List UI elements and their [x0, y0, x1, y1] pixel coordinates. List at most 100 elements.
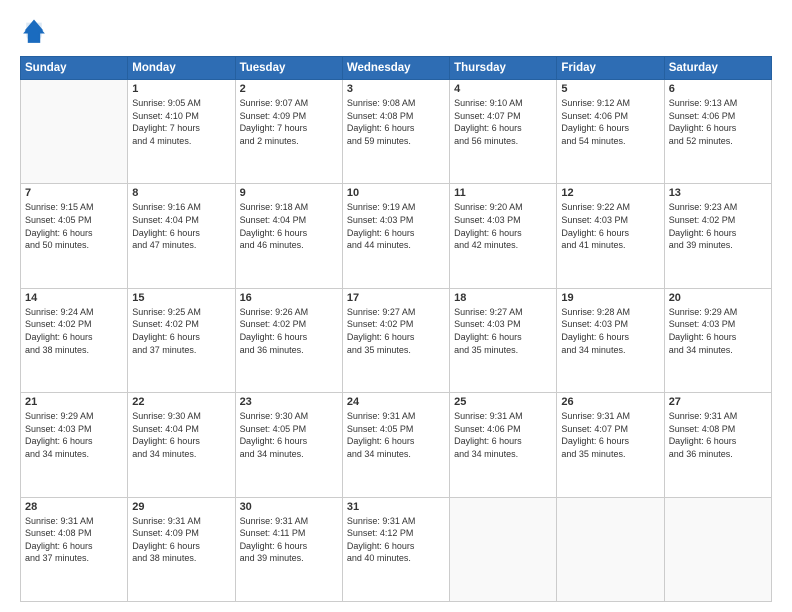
day-cell: 7 Sunrise: 9:15 AM Sunset: 4:05 PM Daylig… — [21, 184, 128, 288]
weekday-header-sunday: Sunday — [21, 57, 128, 80]
day-number: 12 — [561, 187, 659, 199]
weekday-header-friday: Friday — [557, 57, 664, 80]
day-cell: 31 Sunrise: 9:31 AM Sunset: 4:12 PM Dayli… — [342, 497, 449, 601]
day-cell: 5 Sunrise: 9:12 AM Sunset: 4:06 PM Daylig… — [557, 80, 664, 184]
day-number: 25 — [454, 396, 552, 408]
day-info: Sunrise: 9:18 AM Sunset: 4:04 PM Dayligh… — [240, 201, 338, 251]
day-info: Sunrise: 9:31 AM Sunset: 4:08 PM Dayligh… — [25, 515, 123, 565]
week-row-3: 14Sunrise: 9:24 AM Sunset: 4:02 PM Dayli… — [21, 288, 772, 392]
day-info: Sunrise: 9:05 AM Sunset: 4:10 PM Dayligh… — [132, 97, 230, 147]
day-cell: 11 Sunrise: 9:20 AM Sunset: 4:03 PM Dayli… — [450, 184, 557, 288]
day-number: 10 — [347, 187, 445, 199]
day-cell: 25 Sunrise: 9:31 AM Sunset: 4:06 PM Dayli… — [450, 393, 557, 497]
day-number: 18 — [454, 292, 552, 304]
day-cell: 23 Sunrise: 9:30 AM Sunset: 4:05 PM Dayli… — [235, 393, 342, 497]
day-number: 3 — [347, 83, 445, 95]
day-cell: 1Sunrise: 9:05 AM Sunset: 4:10 PM Daylig… — [128, 80, 235, 184]
day-cell: 18Sunrise: 9:27 AM Sunset: 4:03 PM Dayli… — [450, 288, 557, 392]
day-number: 22 — [132, 396, 230, 408]
day-number: 6 — [669, 83, 767, 95]
day-number: 7 — [25, 187, 123, 199]
day-cell: 21 Sunrise: 9:29 AM Sunset: 4:03 PM Dayli… — [21, 393, 128, 497]
day-info: Sunrise: 9:29 AM Sunset: 4:03 PM Dayligh… — [25, 410, 123, 460]
day-cell: 20 Sunrise: 9:29 AM Sunset: 4:03 PM Dayli… — [664, 288, 771, 392]
day-number: 17 — [347, 292, 445, 304]
day-number: 16 — [240, 292, 338, 304]
day-info: Sunrise: 9:13 AM Sunset: 4:06 PM Dayligh… — [669, 97, 767, 147]
day-info: Sunrise: 9:30 AM Sunset: 4:05 PM Dayligh… — [240, 410, 338, 460]
day-info: Sunrise: 9:31 AM Sunset: 4:12 PM Dayligh… — [347, 515, 445, 565]
day-cell: 26 Sunrise: 9:31 AM Sunset: 4:07 PM Dayli… — [557, 393, 664, 497]
day-number: 29 — [132, 501, 230, 513]
week-row-2: 7 Sunrise: 9:15 AM Sunset: 4:05 PM Daylig… — [21, 184, 772, 288]
weekday-header-thursday: Thursday — [450, 57, 557, 80]
header — [20, 18, 772, 46]
day-cell — [21, 80, 128, 184]
day-cell — [557, 497, 664, 601]
day-number: 15 — [132, 292, 230, 304]
weekday-header-saturday: Saturday — [664, 57, 771, 80]
day-cell: 3 Sunrise: 9:08 AM Sunset: 4:08 PM Daylig… — [342, 80, 449, 184]
day-cell: 27 Sunrise: 9:31 AM Sunset: 4:08 PM Dayli… — [664, 393, 771, 497]
day-info: Sunrise: 9:12 AM Sunset: 4:06 PM Dayligh… — [561, 97, 659, 147]
day-cell: 8Sunrise: 9:16 AM Sunset: 4:04 PM Daylig… — [128, 184, 235, 288]
day-cell: 9 Sunrise: 9:18 AM Sunset: 4:04 PM Daylig… — [235, 184, 342, 288]
day-info: Sunrise: 9:20 AM Sunset: 4:03 PM Dayligh… — [454, 201, 552, 251]
day-cell: 14Sunrise: 9:24 AM Sunset: 4:02 PM Dayli… — [21, 288, 128, 392]
day-info: Sunrise: 9:23 AM Sunset: 4:02 PM Dayligh… — [669, 201, 767, 251]
day-info: Sunrise: 9:31 AM Sunset: 4:08 PM Dayligh… — [669, 410, 767, 460]
day-info: Sunrise: 9:31 AM Sunset: 4:09 PM Dayligh… — [132, 515, 230, 565]
logo-icon — [20, 18, 48, 46]
day-info: Sunrise: 9:07 AM Sunset: 4:09 PM Dayligh… — [240, 97, 338, 147]
day-number: 26 — [561, 396, 659, 408]
day-cell — [450, 497, 557, 601]
day-number: 5 — [561, 83, 659, 95]
day-number: 28 — [25, 501, 123, 513]
day-info: Sunrise: 9:26 AM Sunset: 4:02 PM Dayligh… — [240, 306, 338, 356]
day-info: Sunrise: 9:29 AM Sunset: 4:03 PM Dayligh… — [669, 306, 767, 356]
day-info: Sunrise: 9:31 AM Sunset: 4:06 PM Dayligh… — [454, 410, 552, 460]
day-number: 30 — [240, 501, 338, 513]
day-cell: 29 Sunrise: 9:31 AM Sunset: 4:09 PM Dayli… — [128, 497, 235, 601]
page: SundayMondayTuesdayWednesdayThursdayFrid… — [0, 0, 792, 612]
day-info: Sunrise: 9:25 AM Sunset: 4:02 PM Dayligh… — [132, 306, 230, 356]
day-cell: 17Sunrise: 9:27 AM Sunset: 4:02 PM Dayli… — [342, 288, 449, 392]
day-info: Sunrise: 9:19 AM Sunset: 4:03 PM Dayligh… — [347, 201, 445, 251]
day-info: Sunrise: 9:28 AM Sunset: 4:03 PM Dayligh… — [561, 306, 659, 356]
day-cell: 13 Sunrise: 9:23 AM Sunset: 4:02 PM Dayli… — [664, 184, 771, 288]
week-row-4: 21 Sunrise: 9:29 AM Sunset: 4:03 PM Dayli… — [21, 393, 772, 497]
day-number: 13 — [669, 187, 767, 199]
day-number: 21 — [25, 396, 123, 408]
day-number: 14 — [25, 292, 123, 304]
day-cell: 24Sunrise: 9:31 AM Sunset: 4:05 PM Dayli… — [342, 393, 449, 497]
day-cell: 22Sunrise: 9:30 AM Sunset: 4:04 PM Dayli… — [128, 393, 235, 497]
day-info: Sunrise: 9:15 AM Sunset: 4:05 PM Dayligh… — [25, 201, 123, 251]
day-cell: 15 Sunrise: 9:25 AM Sunset: 4:02 PM Dayli… — [128, 288, 235, 392]
day-number: 4 — [454, 83, 552, 95]
day-cell: 4 Sunrise: 9:10 AM Sunset: 4:07 PM Daylig… — [450, 80, 557, 184]
day-number: 11 — [454, 187, 552, 199]
day-info: Sunrise: 9:16 AM Sunset: 4:04 PM Dayligh… — [132, 201, 230, 251]
day-number: 9 — [240, 187, 338, 199]
week-row-5: 28 Sunrise: 9:31 AM Sunset: 4:08 PM Dayli… — [21, 497, 772, 601]
day-number: 2 — [240, 83, 338, 95]
day-info: Sunrise: 9:22 AM Sunset: 4:03 PM Dayligh… — [561, 201, 659, 251]
weekday-header-wednesday: Wednesday — [342, 57, 449, 80]
day-info: Sunrise: 9:31 AM Sunset: 4:07 PM Dayligh… — [561, 410, 659, 460]
day-cell: 2 Sunrise: 9:07 AM Sunset: 4:09 PM Daylig… — [235, 80, 342, 184]
day-number: 31 — [347, 501, 445, 513]
day-number: 19 — [561, 292, 659, 304]
day-number: 23 — [240, 396, 338, 408]
day-info: Sunrise: 9:31 AM Sunset: 4:05 PM Dayligh… — [347, 410, 445, 460]
day-info: Sunrise: 9:10 AM Sunset: 4:07 PM Dayligh… — [454, 97, 552, 147]
weekday-header-tuesday: Tuesday — [235, 57, 342, 80]
day-number: 27 — [669, 396, 767, 408]
day-info: Sunrise: 9:08 AM Sunset: 4:08 PM Dayligh… — [347, 97, 445, 147]
week-row-1: 1Sunrise: 9:05 AM Sunset: 4:10 PM Daylig… — [21, 80, 772, 184]
day-cell: 19 Sunrise: 9:28 AM Sunset: 4:03 PM Dayli… — [557, 288, 664, 392]
day-number: 20 — [669, 292, 767, 304]
day-info: Sunrise: 9:31 AM Sunset: 4:11 PM Dayligh… — [240, 515, 338, 565]
day-cell: 30 Sunrise: 9:31 AM Sunset: 4:11 PM Dayli… — [235, 497, 342, 601]
day-cell — [664, 497, 771, 601]
day-cell: 6 Sunrise: 9:13 AM Sunset: 4:06 PM Daylig… — [664, 80, 771, 184]
